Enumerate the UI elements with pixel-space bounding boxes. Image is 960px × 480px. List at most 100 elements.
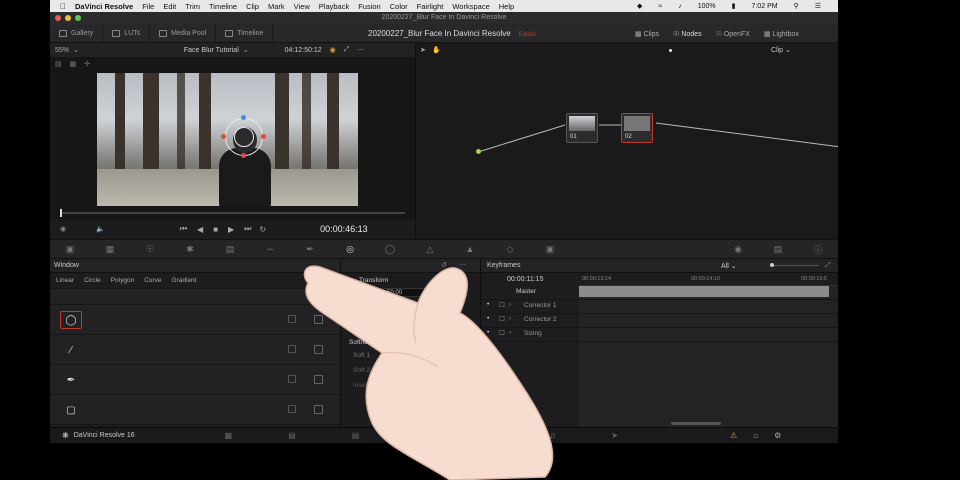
close-window-button[interactable] [55,15,61,21]
keyframe-zoom-slider[interactable] [771,265,819,266]
menu-timeline[interactable]: Timeline [209,2,237,11]
scrubber-bar[interactable] [60,212,405,214]
nodes-button[interactable]: ☉ Nodes [673,30,701,38]
color-wheels-icon[interactable]: ☉ [130,239,170,259]
luts-button[interactable]: LUTs [103,23,151,43]
dropbox-icon[interactable]: ◆ [637,2,642,10]
clips-icon: ▦ [635,30,644,38]
node-editor[interactable]: ➤ ✋ Clip ⌄ 01 02 [415,43,838,239]
volume-icon[interactable]: ♪ [678,3,682,10]
menu-fairlight[interactable]: Fairlight [417,2,444,11]
menu-workspace[interactable]: Workspace [452,2,489,11]
openfx-button[interactable]: ☉ OpenFX [716,30,750,38]
timeline-icon [225,29,234,37]
menu-color[interactable]: Color [390,2,408,11]
window-handle[interactable] [261,134,266,139]
play-icon[interactable]: ▶ [228,225,234,234]
menu-playback[interactable]: Playback [319,2,349,11]
fullscreen-icon[interactable]: ⤢ [344,46,350,54]
skip-back-icon[interactable]: ⏮ [180,224,187,234]
line-window-icon[interactable]: ∕ [60,341,82,359]
transform-tool-icon[interactable]: ✢ [84,60,90,68]
timecode-top: 04:12:50:12 [284,46,322,54]
skip-forward-icon[interactable]: ⏭ [244,224,251,234]
menu-mark[interactable]: Mark [268,2,285,11]
pip-icon[interactable]: ◉ [60,225,66,233]
audio-icon[interactable]: 🔈 [96,225,105,233]
menu-trim[interactable]: Trim [185,2,200,11]
minimize-window-button[interactable] [65,15,71,21]
node-01[interactable]: 01 [566,113,598,143]
menu-list-icon[interactable]: ☰ [815,2,821,10]
menu-clip[interactable]: Clip [246,2,259,11]
warning-icon[interactable]: ⚠ [730,431,737,440]
circle-window-inner[interactable] [234,127,254,147]
wifi-icon[interactable]: ≈ [658,3,662,10]
openfx-icon: ☉ [715,30,724,38]
gallery-button[interactable]: Gallery [50,23,104,43]
scopes-icon[interactable]: ◉ [718,239,758,259]
gradient-shape-button[interactable]: Gradient [172,277,197,284]
pen-window-icon[interactable]: ✒ [60,371,82,389]
window-handle[interactable] [221,134,226,139]
linear-shape-button[interactable]: Linear [56,277,74,284]
media-page-icon[interactable]: ▦ [225,431,233,440]
keyframe-ruler[interactable]: 00:00:13:14 00:00:14:10 00:00:15:0 [579,273,838,286]
stop-icon[interactable]: ■ [213,225,218,234]
node-02[interactable]: 02 [621,113,653,143]
rgb-mixer-icon[interactable]: ✱ [170,239,210,259]
menu-edit[interactable]: Edit [163,2,176,11]
home-icon[interactable]: ⌂ [753,431,758,440]
more-options-icon[interactable]: ⋯ [357,46,364,54]
image-wipe-icon[interactable]: ▦ [70,60,77,68]
menu-view[interactable]: View [294,2,310,11]
lightbox-button[interactable]: ▦ Lightbox [764,30,799,38]
keyframe-zoom-handle[interactable] [770,263,774,267]
keyframes-expand-icon[interactable]: ⤢ [825,262,831,270]
camera-raw-icon[interactable]: ▣ [50,239,90,259]
circle-shape-button[interactable]: Circle [84,277,101,284]
menu-help[interactable]: Help [499,2,514,11]
chevron-down-icon[interactable]: ⌄ [73,46,79,54]
menu-fusion[interactable]: Fusion [358,2,381,11]
mac-menubar:  DaVinci Resolve File Edit Trim Timelin… [50,0,838,12]
zoom-window-button[interactable] [75,15,81,21]
battery-icon[interactable]: ▮ [732,2,736,10]
clock[interactable]: 7:02 PM [752,3,778,10]
highlight-icon[interactable]: ◉ [330,46,336,54]
window-handle[interactable] [241,153,246,158]
polygon-shape-button[interactable]: Polygon [111,277,135,284]
circle-window-icon[interactable]: ◯ [60,311,82,329]
deliver-page-icon[interactable]: ➤ [611,431,618,440]
curve-shape-button[interactable]: Curve [144,277,161,284]
app-label: DaVinci Resolve 16 [73,432,135,439]
video-frame[interactable] [97,73,358,206]
waveform-icon[interactable]: ▤ [758,239,798,259]
window-handle[interactable] [241,115,246,120]
playhead[interactable] [60,209,62,217]
input-connector[interactable] [476,149,481,154]
media-pool-button[interactable]: Media Pool [150,23,217,43]
curves-icon[interactable]: ∽ [250,239,290,259]
color-match-icon[interactable]: ▦ [90,239,130,259]
window-controls [55,15,81,21]
keyframe-scrollbar[interactable] [671,422,721,425]
gradient-window-icon[interactable]: ▢ [60,401,82,419]
loop-icon[interactable]: ↻ [259,225,266,234]
timeline-button[interactable]: Timeline [216,23,274,43]
viewer-header: 55% ⌄ Face Blur Tutorial ⌄ 04:12:50:12 ◉… [50,43,415,57]
apple-icon[interactable]:  [60,2,66,11]
timeline-name[interactable]: Face Blur Tutorial [184,47,239,54]
motion-effects-icon[interactable]: ▤ [210,239,250,259]
menu-app-name[interactable]: DaVinci Resolve [75,2,133,11]
timeline-chevron-icon[interactable]: ⌄ [243,46,249,54]
menu-file[interactable]: File [142,2,154,11]
clips-button[interactable]: ▦ Clips [635,30,659,38]
play-reverse-icon[interactable]: ◀ [197,225,203,234]
search-icon[interactable]: ⚲ [794,2,799,10]
keyframes-filter[interactable]: All ⌄ [721,262,737,270]
split-view-icon[interactable]: ▤ [55,60,62,68]
zoom-select[interactable]: 55% [55,47,69,54]
info-icon[interactable]: ⓘ [798,239,838,259]
settings-gear-icon[interactable]: ⚙ [774,431,781,440]
